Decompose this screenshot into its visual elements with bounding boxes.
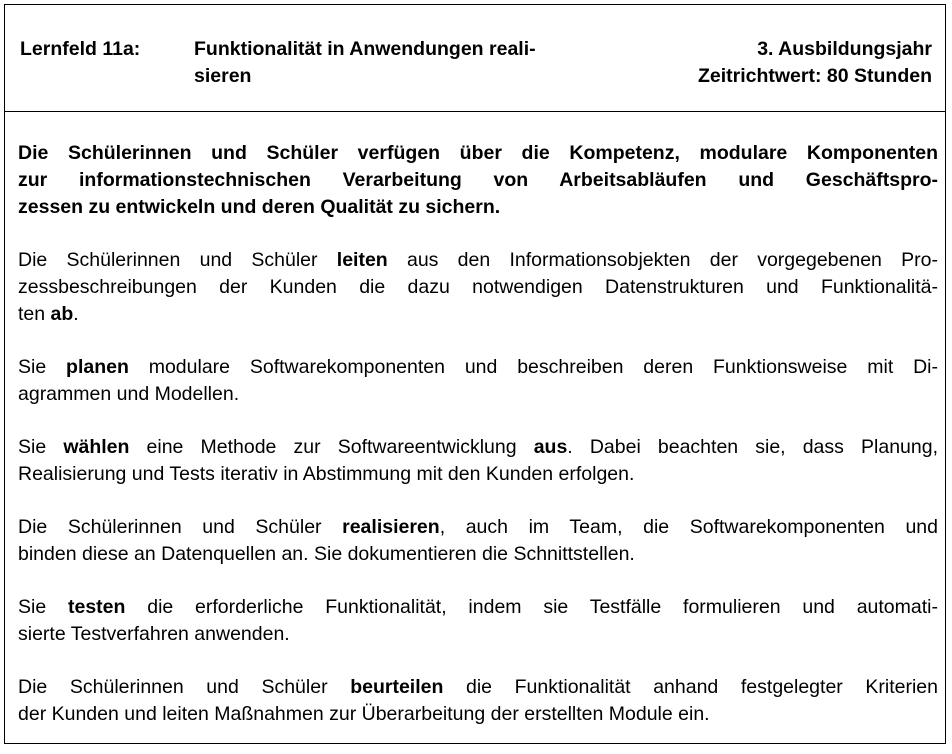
text-segment: ten (18, 303, 51, 325)
text-segment: agrammen und Modellen. (18, 383, 240, 405)
text-segment: eine Methode zur Softwareentwicklung (129, 436, 534, 458)
text-segment: Die Schülerinnen und Schüler (18, 249, 337, 271)
competence-paragraph: Die Schülerinnen und Schüler leiten aus … (18, 247, 938, 328)
field-label: Lernfeld 11a: (20, 38, 141, 60)
text-segment: modulare Softwarekomponenten und beschre… (128, 356, 938, 378)
text-line: Die Schülerinnen und Schüler verfügen üb… (18, 140, 938, 167)
text-line: zessbeschreibungen der Kunden die dazu n… (18, 274, 938, 301)
text-line: Die Schülerinnen und Schüler leiten aus … (18, 247, 938, 274)
text-segment: die Funktionalität anhand festgelegter K… (443, 676, 939, 698)
text-segment: . Dabei beachten sie, dass Planung, (567, 436, 938, 458)
training-year: 3. Ausbildungsjahr (757, 38, 932, 60)
competence-paragraph: Sie wählen eine Methode zur Softwareentw… (18, 434, 938, 488)
competence-paragraph: Die Schülerinnen und Schüler realisieren… (18, 514, 938, 568)
time-guideline: Zeitrichtwert: 80 Stunden (697, 65, 932, 87)
text-segment: zur informationstechnischen Verarbeitung… (18, 169, 938, 191)
key-verb: wählen (63, 436, 130, 458)
key-verb: ab (50, 303, 74, 325)
key-verb: aus (533, 436, 568, 458)
text-line: zessen zu entwickeln und deren Qualität … (18, 194, 938, 221)
text-line: Die Schülerinnen und Schüler realisieren… (18, 514, 938, 541)
text-line: Sie planen modulare Softwarekomponenten … (18, 354, 938, 381)
text-segment: Sie (18, 436, 64, 458)
field-title: Funktionalität in Anwendungen reali- sie… (194, 36, 536, 90)
text-segment: Die Schülerinnen und Schüler (18, 676, 351, 698)
text-line: zur informationstechnischen Verarbeitung… (18, 167, 938, 194)
text-segment: binden diese an Datenquellen an. Sie dok… (18, 543, 635, 565)
text-segment: der Kunden und leiten Maßnahmen zur Über… (18, 703, 710, 725)
text-line: binden diese an Datenquellen an. Sie dok… (18, 541, 938, 568)
text-segment: Die Schülerinnen und Schüler verfügen üb… (18, 142, 938, 164)
competence-paragraph: Sie testen die erforderliche Funktionali… (18, 594, 938, 648)
text-line: Realisierung und Tests iterativ in Absti… (18, 461, 938, 488)
competence-paragraph: Die Schülerinnen und Schüler beurteilen … (18, 674, 938, 728)
curriculum-page: Lernfeld 11a: Funktionalität in Anwendun… (0, 0, 952, 750)
text-segment: , auch im Team, die Softwarekomponenten … (439, 516, 938, 538)
header-section: Lernfeld 11a: Funktionalität in Anwendun… (4, 4, 946, 112)
header-meta: 3. Ausbildungsjahr Zeitrichtwert: 80 Stu… (698, 36, 932, 90)
text-segment: Die Schülerinnen und Schüler (18, 516, 343, 538)
competence-statement: Die Schülerinnen und Schüler verfügen üb… (18, 140, 938, 221)
text-line: ten ab. (18, 301, 938, 328)
text-segment: zessen zu entwickeln und deren Qualität … (18, 196, 501, 218)
key-verb: testen (67, 596, 126, 618)
text-line: der Kunden und leiten Maßnahmen zur Über… (18, 701, 938, 728)
text-segment: aus den Informationsobjekten der vorgege… (387, 249, 938, 271)
text-segment: Sie (18, 356, 67, 378)
text-line: Die Schülerinnen und Schüler beurteilen … (18, 674, 938, 701)
text-line: Sie testen die erforderliche Funktionali… (18, 594, 938, 621)
text-segment: . (73, 303, 79, 325)
competence-description: Die Schülerinnen und Schüler verfügen üb… (18, 140, 938, 754)
key-verb: leiten (336, 249, 388, 271)
competence-paragraph: Sie planen modulare Softwarekomponenten … (18, 354, 938, 408)
field-title-line: Funktionalität in Anwendungen reali- (194, 38, 536, 60)
key-verb: beurteilen (350, 676, 444, 698)
text-segment: die erforderliche Funktionalität, indem … (125, 596, 938, 618)
text-line: sierte Testverfahren anwenden. (18, 621, 938, 648)
field-title-line: sieren (194, 65, 252, 87)
text-line: agrammen und Modellen. (18, 381, 938, 408)
key-verb: planen (66, 356, 129, 378)
text-line: Sie wählen eine Methode zur Softwareentw… (18, 434, 938, 461)
text-segment: zessbeschreibungen der Kunden die dazu n… (18, 276, 938, 298)
text-segment: sierte Testverfahren anwenden. (18, 623, 290, 645)
text-segment: Sie (18, 596, 68, 618)
key-verb: realisieren (342, 516, 440, 538)
text-segment: Realisierung und Tests iterativ in Absti… (18, 463, 635, 485)
